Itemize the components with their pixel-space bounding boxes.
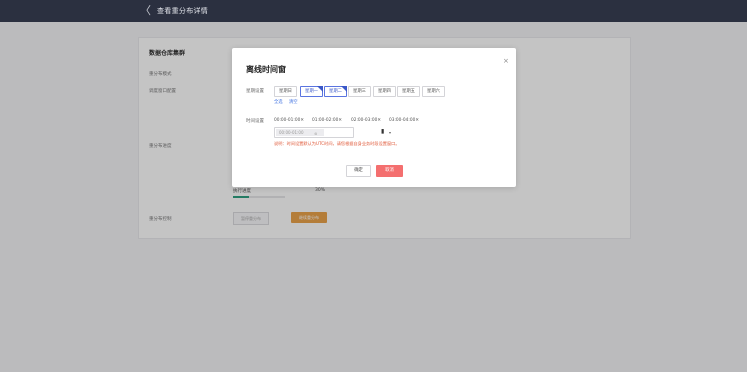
time-slot[interactable]: 01:00-02:00✕ — [312, 118, 342, 123]
clear-circle-icon[interactable]: ⊗ — [314, 130, 317, 137]
ok-button[interactable]: 确定 — [346, 165, 371, 177]
top-bar: 〈 查看重分布详情 — [0, 0, 747, 22]
timezone-note: 说明：时间设置默认为UTC时间，请您根据自身业务时段设置窗口。 — [274, 141, 400, 146]
time-slot[interactable]: 02:00-03:00✕ — [351, 118, 381, 123]
weekday-button[interactable]: 星期六 — [422, 86, 445, 97]
page-title: 查看重分布详情 — [157, 7, 209, 15]
weekday-button[interactable]: 星期五 — [397, 86, 420, 97]
select-all-link[interactable]: 全选 — [274, 99, 283, 105]
weekday-button[interactable]: 星期一 — [300, 86, 323, 97]
time-select[interactable]: 00:00-01:00 ⊗ ▮ ▾ — [274, 127, 391, 138]
close-icon[interactable]: × — [503, 57, 509, 65]
weekday-button[interactable]: 星期三 — [348, 86, 371, 97]
weekday-button[interactable]: 星期二 — [324, 86, 347, 97]
time-select-value: 00:00-01:00 — [279, 130, 304, 135]
weekday-button[interactable]: 星期四 — [373, 86, 396, 97]
time-slot[interactable]: 00:00-01:00✕ — [274, 118, 304, 123]
time-select-tag: 00:00-01:00 ⊗ — [276, 129, 324, 136]
offline-window-dialog: 离线时间窗 × 星期设置 星期日 星期一 星期二 星期三 星期四 星期五 星期六 全选 清空… — [232, 48, 516, 187]
cancel-button[interactable]: 取消 — [376, 165, 403, 177]
back-arrow-icon[interactable]: 〈 — [140, 4, 151, 18]
chevron-down-icon[interactable]: ▾ — [389, 129, 391, 136]
time-slot[interactable]: 03:00-04:00✕ — [389, 118, 419, 123]
time-label: 时间设置 — [246, 119, 264, 124]
weekday-button[interactable]: 星期日 — [274, 86, 297, 97]
week-label: 星期设置 — [246, 89, 264, 94]
dialog-title: 离线时间窗 — [246, 65, 286, 74]
clear-link[interactable]: 清空 — [289, 99, 298, 105]
cursor-icon: ▮ — [381, 128, 385, 135]
